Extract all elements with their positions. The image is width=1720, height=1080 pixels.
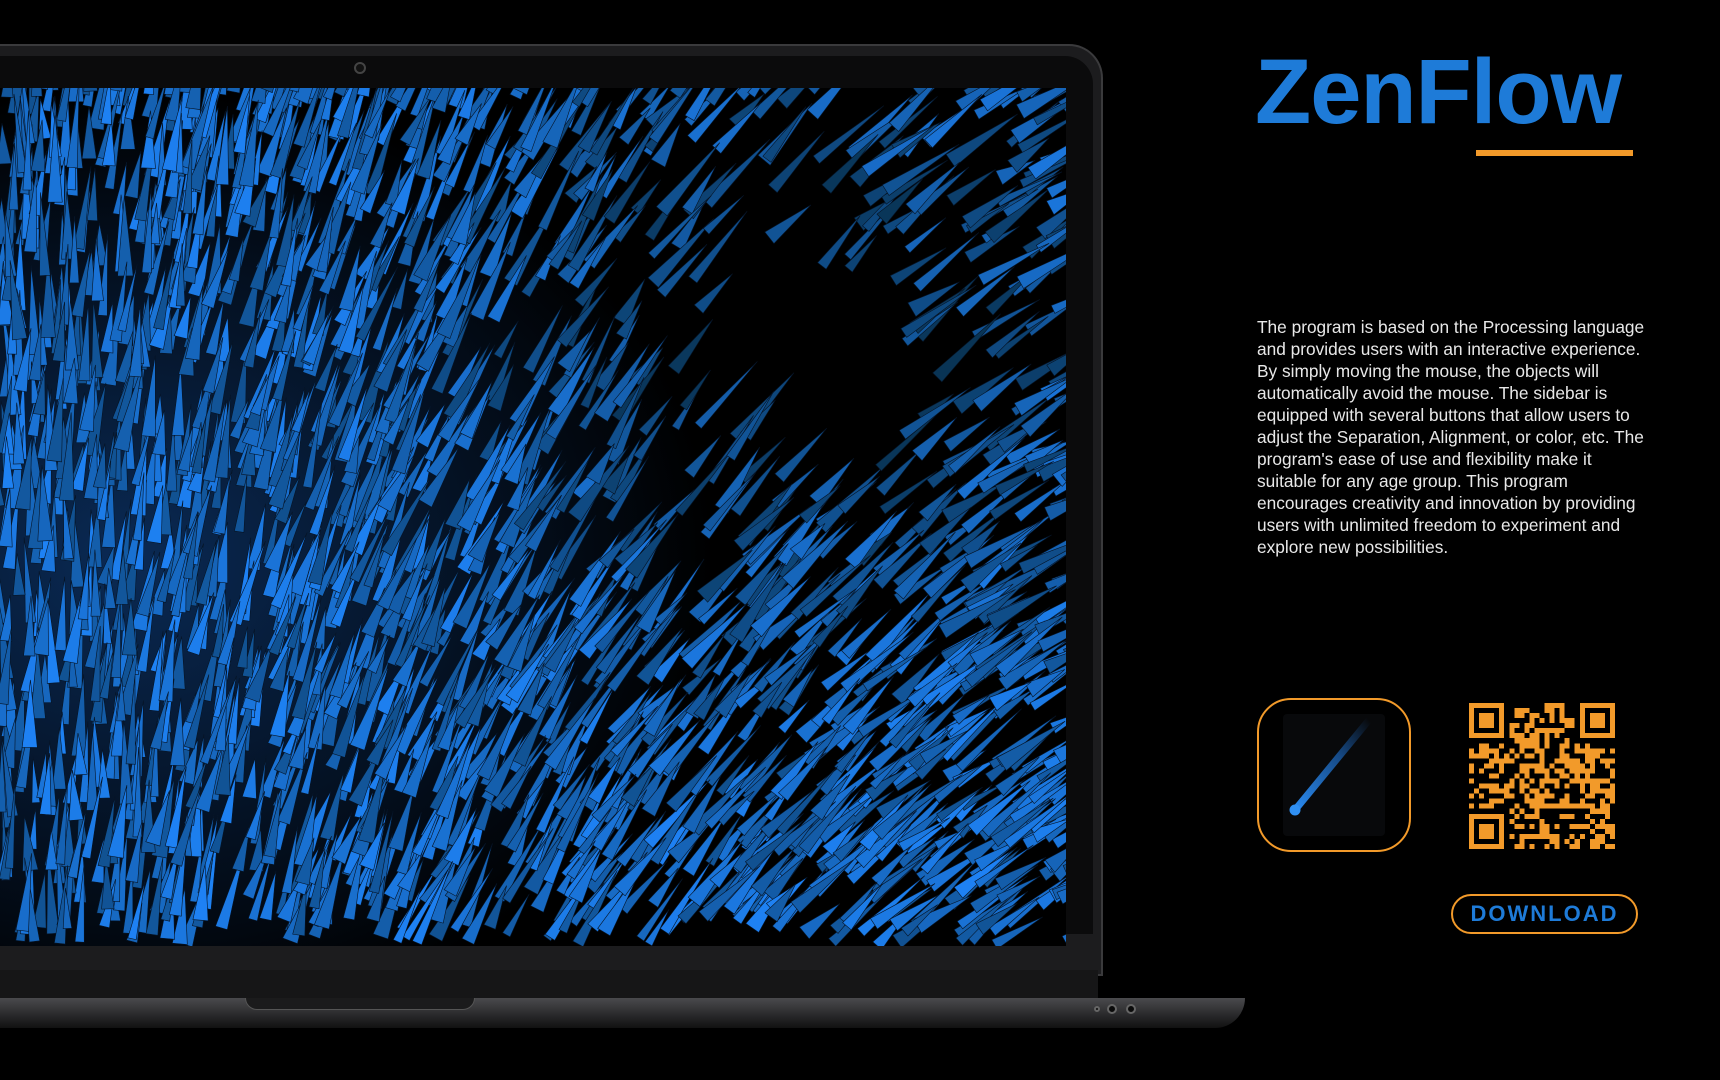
app-description: The program is based on the Processing l… [1257, 317, 1645, 557]
app-title: ZenFlow [1255, 41, 1622, 143]
laptop-screen[interactable] [0, 88, 1066, 946]
indicator-light-icon [1126, 1004, 1136, 1014]
laptop-hinge [0, 970, 1098, 998]
laptop-base [0, 998, 1245, 1028]
indicator-light-icon [1107, 1004, 1117, 1014]
indicator-light-icon [1094, 1006, 1100, 1012]
app-icon[interactable] [1257, 698, 1411, 852]
flow-field-canvas[interactable] [0, 88, 1066, 946]
webcam-icon [354, 62, 366, 74]
download-button[interactable]: DOWNLOAD [1451, 894, 1638, 934]
title-underline [1476, 150, 1633, 156]
app-icon-background [1283, 714, 1385, 836]
qr-code-icon[interactable] [1469, 703, 1615, 849]
comet-stroke-icon [1289, 716, 1373, 816]
laptop-opening-notch [245, 998, 475, 1010]
